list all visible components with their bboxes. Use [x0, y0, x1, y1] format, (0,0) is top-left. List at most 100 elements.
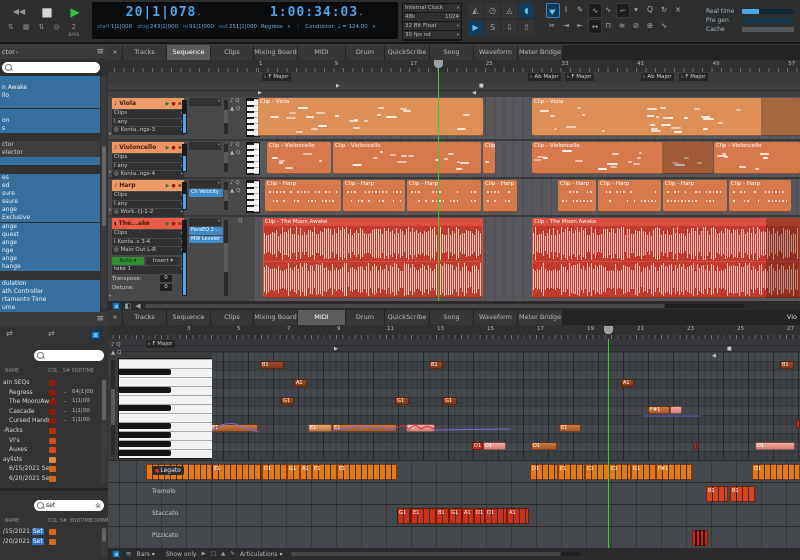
- midi-clip[interactable]: Clip - Violoncello: [483, 142, 495, 174]
- articulation-block[interactable]: C1: [609, 464, 631, 480]
- record-enable-icon[interactable]: ●: [171, 145, 175, 151]
- track-dropdown[interactable]: Clips: [112, 230, 184, 238]
- track-expander-icon[interactable]: ▸: [109, 207, 112, 213]
- track-dropdown[interactable]: Ⅰ any: [112, 119, 184, 127]
- scrollbar-thumb[interactable]: [102, 528, 106, 542]
- marker-zoom-icon[interactable]: ▲ Q: [230, 188, 246, 196]
- articulations-dropdown[interactable]: Articulations ▾: [240, 551, 283, 558]
- track-dropdown[interactable]: Ⅰ any: [112, 201, 184, 209]
- midi-note[interactable]: E1: [332, 424, 397, 432]
- mini-keyboard[interactable]: [246, 180, 260, 213]
- color-chip[interactable]: [49, 457, 56, 463]
- clip-lane[interactable]: Clip - HarpClip - HarpClip - HarpClip - …: [255, 179, 800, 215]
- track-header[interactable]: ♪Violoncello▶●≡: [112, 142, 184, 153]
- tab-sequence[interactable]: Sequence: [167, 45, 211, 60]
- black-key[interactable]: [119, 450, 171, 456]
- midi-note[interactable]: B1: [780, 361, 794, 369]
- midi-note[interactable]: A1: [294, 379, 307, 387]
- color-chip[interactable]: [49, 529, 56, 535]
- color-chip[interactable]: [49, 447, 56, 453]
- clock-setting-row[interactable]: 48k1024: [403, 13, 461, 22]
- black-key[interactable]: [119, 441, 171, 447]
- clip-lane[interactable]: Clip - Viola Clip - Viola: [255, 97, 800, 139]
- color-chip[interactable]: [49, 438, 56, 444]
- search-result-row[interactable]: /15/2021 Set: [0, 527, 100, 537]
- track-dropdown[interactable]: ◎ Konta..ngs-4: [112, 171, 184, 179]
- articulation-block[interactable]: G1: [397, 508, 411, 524]
- slope-tool[interactable]: ⌐: [616, 3, 630, 18]
- scrollbar[interactable]: [101, 527, 107, 557]
- metronome-icon[interactable]: ◭: [468, 3, 483, 18]
- mute-tool[interactable]: ⊘: [630, 19, 642, 32]
- marker-zoom-icon[interactable]: ▲ Q: [230, 150, 246, 158]
- selector-item[interactable]: ume: [0, 304, 100, 312]
- midi-note[interactable]: D1: [531, 442, 557, 450]
- scroll-left-icon[interactable]: ◀: [135, 302, 140, 310]
- midi-clip[interactable]: Clip - Violoncello: [532, 142, 713, 174]
- scrub-tool[interactable]: ↻: [658, 3, 670, 16]
- midi-clip[interactable]: Clip - Viola: [532, 98, 800, 136]
- locate-field[interactable]: start1|1|000: [97, 24, 132, 30]
- note-zoom-icon[interactable]: ♪ Q: [111, 342, 121, 348]
- midi-note[interactable]: E1: [406, 424, 435, 432]
- counter-bars[interactable]: 20|1|078: [126, 5, 197, 20]
- input-echo-icon[interactable]: ⇧: [519, 20, 534, 35]
- horizontal-scrollbar[interactable]: [291, 552, 581, 556]
- articulation-block[interactable]: G1: [631, 464, 656, 480]
- midi-clip[interactable]: Clip - Harp: [729, 180, 791, 212]
- fx-insert-badge[interactable]: MW Leveler: [189, 236, 223, 244]
- track-dropdown[interactable]: Clips: [112, 110, 184, 118]
- articulation-block[interactable]: A1: [462, 508, 474, 524]
- articulation-block[interactable]: A1: [300, 464, 312, 480]
- articulation-block[interactable]: [692, 530, 708, 546]
- track-vscroll[interactable]: [224, 220, 228, 296]
- sequence-list-row[interactable]: -Racks: [0, 426, 100, 436]
- marker-mini-icon[interactable]: ▲: [221, 551, 225, 557]
- scrollbar-thumb[interactable]: [291, 552, 561, 556]
- track-vscroll[interactable]: [224, 100, 228, 134]
- panel-title[interactable]: ctor: [2, 48, 15, 56]
- play-enable-icon[interactable]: ▶: [166, 183, 170, 189]
- tab-midi[interactable]: MIDI: [298, 310, 346, 325]
- midi-note[interactable]: D1: [472, 442, 483, 450]
- box-mini-icon[interactable]: □: [211, 551, 216, 557]
- marker-zoom-icon[interactable]: ▲ Q: [230, 106, 246, 114]
- transport-marker-icon[interactable]: ▶: [334, 346, 338, 352]
- clock-setting-row[interactable]: Internal Clock▾: [403, 4, 461, 13]
- midi-clip[interactable]: Clip - Harp: [558, 180, 596, 212]
- midi-clip[interactable]: Clip - Viola: [258, 98, 483, 136]
- selector-item[interactable]: Exclusive: [0, 214, 100, 222]
- scrollbar-thumb[interactable]: [102, 380, 106, 420]
- tab-waveform[interactable]: Waveform: [474, 310, 518, 325]
- midi-note[interactable]: [796, 420, 800, 428]
- selector-item[interactable]: nge: [0, 247, 100, 255]
- grid-view-icon[interactable]: ▣: [112, 550, 121, 558]
- search-input[interactable]: [14, 63, 84, 72]
- tab-clips[interactable]: Clips: [211, 310, 254, 325]
- track-dropdown[interactable]: Clips: [112, 154, 184, 162]
- track-dropdown[interactable]: Ⅰ Konta..s 3-4: [112, 239, 184, 247]
- midi-note[interactable]: E1: [559, 424, 581, 432]
- playhead-handle[interactable]: [434, 60, 443, 68]
- reshape-tool[interactable]: ∿: [588, 3, 602, 18]
- fx-dropdown[interactable]: [189, 180, 221, 188]
- pencil-mini-icon[interactable]: ✎: [230, 551, 235, 557]
- curve-tool[interactable]: ∿: [602, 3, 614, 16]
- track-dropdown[interactable]: ◎ Main Out L-R: [112, 247, 184, 255]
- track-dropdown[interactable]: Clips: [112, 192, 184, 200]
- midi-clip[interactable]: Clip - Violoncello: [714, 142, 800, 174]
- midi-note[interactable]: D1: [755, 442, 795, 450]
- selector-item[interactable]: ange: [0, 239, 100, 247]
- track-header[interactable]: ♪Viola▶●≡: [112, 98, 184, 109]
- track-expander-icon[interactable]: ▸: [109, 131, 112, 137]
- selector-item[interactable]: rtamento Time: [0, 296, 100, 304]
- midi-clip[interactable]: Clip - Harp: [343, 180, 405, 212]
- memory-cycle-icon[interactable]: ▦: [23, 24, 30, 38]
- tab-song[interactable]: Song: [430, 310, 474, 325]
- selector-item[interactable]: s: [0, 125, 100, 133]
- keyboard-vscroll[interactable]: [111, 360, 115, 455]
- tab-quickscribe[interactable]: QuickScribe: [385, 45, 430, 60]
- search-input[interactable]: [46, 501, 90, 510]
- midi-note[interactable]: D1: [483, 442, 506, 450]
- track-expander-icon[interactable]: ▸: [109, 169, 112, 175]
